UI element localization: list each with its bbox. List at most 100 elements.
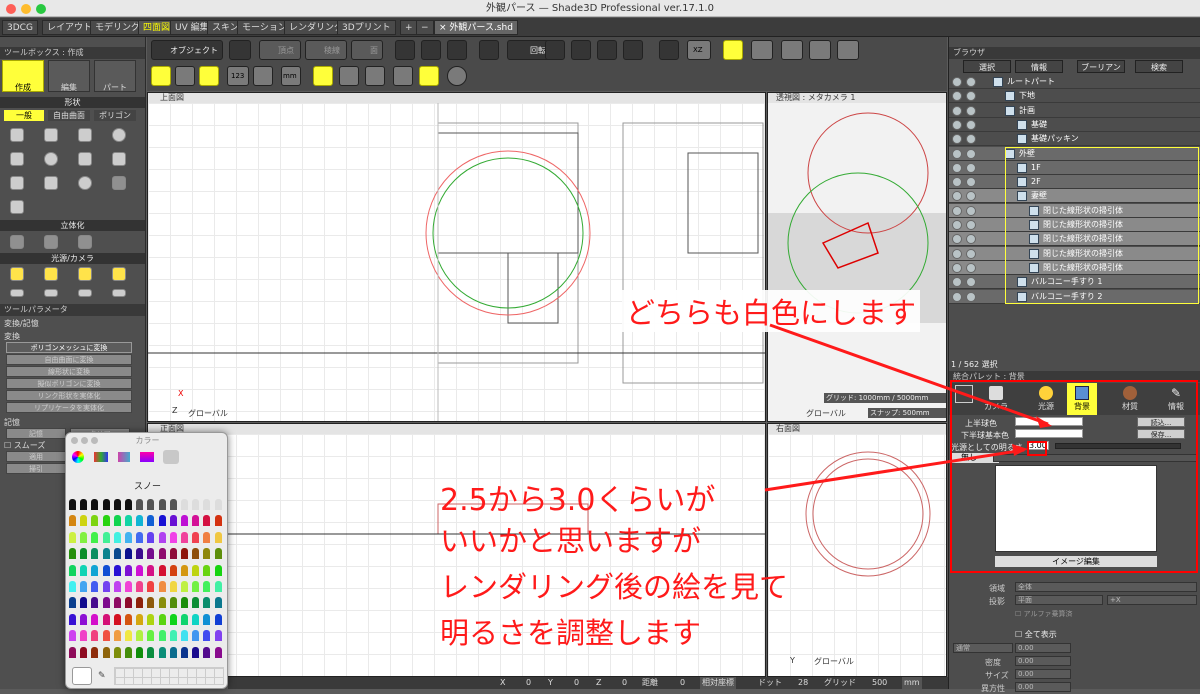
color-pencil[interactable] bbox=[192, 564, 200, 576]
color-pencil[interactable] bbox=[113, 581, 121, 592]
eyedropper-icon[interactable]: ✎ bbox=[98, 671, 108, 681]
tab-layout[interactable]: レイアウト bbox=[42, 20, 98, 35]
color-pencil[interactable] bbox=[102, 613, 110, 625]
close-icon[interactable] bbox=[6, 4, 16, 14]
render-toggle-icon[interactable] bbox=[966, 177, 976, 188]
replicator-realize-button[interactable]: リプリケータを実体化 bbox=[6, 402, 132, 413]
color-pencil[interactable] bbox=[147, 613, 155, 625]
color-pencil[interactable] bbox=[80, 515, 88, 527]
four-view-icon[interactable] bbox=[723, 40, 743, 60]
edge-display-icon[interactable] bbox=[393, 66, 413, 86]
color-pencil[interactable] bbox=[158, 597, 166, 609]
color-pencil[interactable] bbox=[113, 646, 121, 658]
browser-tab-boolean[interactable]: ブーリアン bbox=[1077, 60, 1125, 73]
color-pencil[interactable] bbox=[214, 499, 222, 510]
color-pencil[interactable] bbox=[102, 548, 110, 560]
shape-tab-polygon[interactable]: ポリゴン bbox=[94, 110, 136, 121]
sweep-tool-icon[interactable] bbox=[78, 235, 92, 249]
mode-part[interactable]: パート bbox=[94, 60, 136, 92]
snap-vertex-icon[interactable] bbox=[199, 66, 219, 86]
color-pencil[interactable] bbox=[169, 548, 177, 560]
color-pencil[interactable] bbox=[147, 646, 155, 658]
tab-document[interactable]: × 外観パース.shd bbox=[434, 20, 518, 35]
color-pencil[interactable] bbox=[102, 581, 110, 592]
visibility-eye-icon[interactable] bbox=[952, 248, 962, 259]
color-pencil[interactable] bbox=[91, 548, 99, 560]
mode-create[interactable]: 作成 bbox=[2, 60, 44, 92]
param-projection-select[interactable]: 平面 bbox=[1015, 595, 1103, 605]
render-toggle-icon[interactable] bbox=[966, 248, 976, 259]
tab-3dcg[interactable]: 3DCG bbox=[2, 20, 38, 35]
color-pencil[interactable] bbox=[136, 630, 144, 642]
color-pencil[interactable] bbox=[125, 597, 132, 609]
color-pencil[interactable] bbox=[192, 630, 200, 642]
add-tab-button[interactable]: + bbox=[400, 20, 418, 35]
param-axis-select[interactable]: +X bbox=[1107, 595, 1197, 605]
color-pencil[interactable] bbox=[102, 564, 110, 576]
circle-tool-icon[interactable] bbox=[112, 128, 126, 142]
color-pencil[interactable] bbox=[181, 515, 188, 527]
browser-tree-row[interactable]: 基礎パッキン bbox=[949, 132, 1200, 147]
weld-icon[interactable] bbox=[545, 40, 565, 60]
color-pencil[interactable] bbox=[136, 597, 144, 609]
snap-object-icon[interactable] bbox=[175, 66, 195, 86]
color-pencil[interactable] bbox=[158, 531, 166, 543]
color-pencil[interactable] bbox=[136, 564, 144, 576]
shade-icon[interactable] bbox=[479, 40, 499, 60]
color-pencil[interactable] bbox=[203, 630, 211, 642]
shape-tab-freeform[interactable]: 自由曲面 bbox=[48, 110, 90, 121]
color-pencil[interactable] bbox=[181, 548, 188, 560]
color-pencil[interactable] bbox=[214, 515, 222, 527]
browser-tab-search[interactable]: 検索 bbox=[1135, 60, 1183, 73]
polygon-mesh-button[interactable]: ポリゴンメッシュに変換 bbox=[6, 342, 132, 353]
render-toggle-icon[interactable] bbox=[966, 105, 976, 116]
color-pencil[interactable] bbox=[113, 597, 121, 609]
color-pencil[interactable] bbox=[136, 581, 144, 592]
viewport-right[interactable]: 右面図 Y グローバル bbox=[767, 423, 947, 677]
visibility-eye-icon[interactable] bbox=[952, 205, 962, 216]
figure-icon[interactable] bbox=[809, 40, 831, 60]
render-toggle-icon[interactable] bbox=[966, 91, 976, 102]
apply-button[interactable]: 適用 bbox=[6, 451, 66, 462]
pencils-icon[interactable] bbox=[163, 450, 179, 464]
color-pencil[interactable] bbox=[181, 564, 188, 576]
render-toggle-icon[interactable] bbox=[966, 277, 976, 288]
color-pencil[interactable] bbox=[214, 630, 222, 642]
color-pencil[interactable] bbox=[181, 597, 188, 609]
object-button[interactable]: オブジェクト bbox=[151, 40, 223, 60]
color-pencil[interactable] bbox=[125, 581, 132, 592]
color-pencil[interactable] bbox=[192, 515, 200, 527]
render-toggle-icon[interactable] bbox=[966, 191, 976, 202]
color-pencil[interactable] bbox=[203, 646, 211, 658]
color-pencil[interactable] bbox=[125, 531, 132, 543]
color-pencil[interactable] bbox=[147, 564, 155, 576]
rectangle-tool-icon[interactable] bbox=[78, 128, 92, 142]
color-pencil[interactable] bbox=[147, 548, 155, 560]
color-pencil[interactable] bbox=[113, 499, 121, 510]
color-pencil[interactable] bbox=[158, 499, 166, 510]
visibility-eye-icon[interactable] bbox=[952, 77, 962, 87]
area-light-icon[interactable] bbox=[112, 267, 126, 281]
blend-value[interactable]: 0.00 bbox=[1015, 643, 1071, 653]
color-pencil[interactable] bbox=[69, 597, 76, 609]
color-pencil[interactable] bbox=[136, 548, 144, 560]
color-pencil[interactable] bbox=[69, 613, 76, 625]
camera-tool-icon[interactable] bbox=[10, 289, 24, 297]
color-pencil[interactable] bbox=[147, 581, 155, 592]
color-pencil[interactable] bbox=[136, 499, 144, 510]
color-pencil[interactable] bbox=[125, 548, 132, 560]
render-toggle-icon[interactable] bbox=[966, 205, 976, 216]
color-pencil[interactable] bbox=[192, 597, 200, 609]
browser-tree-row[interactable]: 計画 bbox=[949, 104, 1200, 118]
color-pencil[interactable] bbox=[113, 613, 121, 625]
render-toggle-icon[interactable] bbox=[966, 119, 976, 130]
visibility-eye-icon[interactable] bbox=[952, 291, 962, 302]
color-pencil[interactable] bbox=[69, 581, 76, 592]
color-pencil[interactable] bbox=[158, 630, 166, 642]
torus-tool-icon[interactable] bbox=[78, 176, 92, 190]
color-palettes-icon[interactable] bbox=[118, 452, 130, 462]
color-pencil[interactable] bbox=[69, 548, 76, 560]
color-pencil[interactable] bbox=[125, 499, 132, 510]
snap-grid-icon[interactable] bbox=[151, 66, 171, 86]
color-pencil[interactable] bbox=[192, 531, 200, 543]
